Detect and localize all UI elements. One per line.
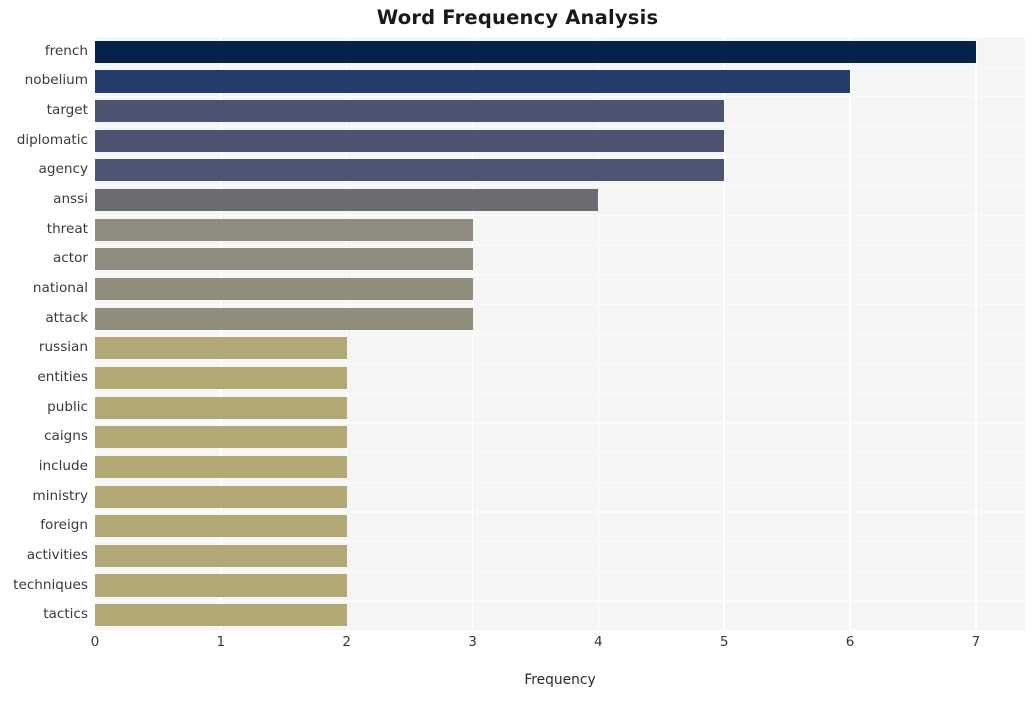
y-tick-label-diplomatic: diplomatic	[16, 131, 88, 148]
bar-agency[interactable]	[95, 159, 725, 182]
gridline-y-12	[95, 392, 1025, 394]
y-tick-label-national: national	[32, 280, 88, 297]
bar-national[interactable]	[95, 277, 473, 301]
x-tick-label-4: 4	[594, 634, 603, 650]
bar-caigns[interactable]	[95, 426, 347, 449]
gridline-y-7	[95, 244, 1025, 246]
x-tick-label-3: 3	[468, 634, 477, 650]
bar-row	[95, 426, 1025, 449]
bar-row	[95, 544, 1025, 567]
y-tick-label-nobelium: nobelium	[24, 72, 88, 89]
bar-foreign[interactable]	[95, 515, 347, 538]
bar-target[interactable]	[95, 100, 725, 123]
bar-row	[95, 366, 1025, 389]
x-tick-label-0: 0	[90, 634, 100, 650]
bar-row	[95, 248, 1025, 271]
y-tick-label-entities: entities	[37, 368, 88, 385]
y-tick-label-include: include	[38, 457, 88, 474]
gridline-y-1	[95, 66, 1025, 68]
x-tick-label-2: 2	[342, 634, 352, 650]
bar-threat[interactable]	[95, 218, 473, 241]
bar-actor[interactable]	[95, 248, 473, 271]
gridline-y-2	[95, 96, 1025, 98]
bar-row	[95, 515, 1025, 538]
x-tick-label-7: 7	[971, 634, 981, 650]
y-tick-label-french: french	[44, 42, 88, 59]
bar-row	[95, 40, 1025, 63]
bar-tactics[interactable]	[95, 604, 347, 627]
gridline-y-3	[95, 125, 1025, 128]
gridline-y-4	[95, 155, 1025, 157]
bar-row	[95, 277, 1025, 301]
bar-row	[95, 218, 1025, 241]
gridline-y-9	[95, 303, 1025, 306]
gridline-y-19	[95, 600, 1025, 602]
gridline-y-18	[95, 570, 1025, 572]
x-axis-title: Frequency	[524, 672, 596, 688]
plot-area	[95, 37, 1025, 630]
bar-row	[95, 70, 1025, 93]
bar-ministry[interactable]	[95, 485, 347, 508]
bar-techniques[interactable]	[95, 574, 347, 597]
bar-row	[95, 129, 1025, 152]
bar-row	[95, 485, 1025, 508]
y-tick-label-russian: russian	[38, 339, 88, 356]
y-tick-label-caigns: caigns	[44, 428, 88, 445]
bar-row	[95, 337, 1025, 360]
bar-row	[95, 307, 1025, 330]
bar-entities[interactable]	[95, 366, 347, 389]
bar-russian[interactable]	[95, 337, 347, 360]
word-frequency-chart: Word Frequency Analysis french nobelium ta…	[0, 0, 1035, 701]
y-axis: french nobelium target diplomatic agency anss…	[0, 37, 88, 630]
bar-diplomatic[interactable]	[95, 129, 725, 152]
bar-french[interactable]	[95, 40, 976, 63]
y-tick-label-public: public	[47, 398, 88, 415]
y-tick-label-threat: threat	[46, 220, 88, 237]
y-tick-label-anssi: anssi	[53, 191, 88, 208]
bar-public[interactable]	[95, 396, 347, 419]
bar-attack[interactable]	[95, 307, 473, 330]
bar-row	[95, 100, 1025, 123]
chart-title: Word Frequency Analysis	[376, 6, 659, 29]
bar-row	[95, 604, 1025, 627]
gridline-y-11	[95, 363, 1025, 365]
gridline-y-17	[95, 541, 1025, 543]
bar-row	[95, 159, 1025, 182]
gridline-y-15	[95, 481, 1025, 483]
bar-row	[95, 396, 1025, 419]
bar-row	[95, 574, 1025, 597]
gridline-y-5	[95, 185, 1025, 187]
bar-row	[95, 189, 1025, 212]
y-tick-label-foreign: foreign	[40, 517, 88, 534]
y-tick-label-agency: agency	[38, 161, 88, 178]
bar-activities[interactable]	[95, 544, 347, 567]
gridline-y-6	[95, 214, 1025, 217]
x-tick-label-5: 5	[719, 634, 729, 650]
y-tick-label-activities: activities	[26, 546, 88, 563]
bar-anssi[interactable]	[95, 189, 599, 212]
x-tick-label-6: 6	[845, 634, 855, 650]
y-tick-label-attack: attack	[45, 309, 88, 326]
gridline-y-10	[95, 333, 1025, 335]
gridline-y-14	[95, 452, 1025, 454]
gridline-y-16	[95, 511, 1025, 513]
y-tick-label-tactics: tactics	[43, 606, 88, 623]
x-axis: 0 1 2 3 4 5 6 7	[0, 634, 1035, 660]
y-tick-label-techniques: techniques	[13, 576, 88, 593]
y-tick-label-ministry: ministry	[32, 487, 88, 504]
y-tick-label-target: target	[46, 102, 88, 119]
y-tick-label-actor: actor	[52, 250, 88, 267]
x-tick-label-1: 1	[216, 634, 226, 650]
bar-nobelium[interactable]	[95, 70, 851, 93]
gridline-y-13	[95, 422, 1025, 424]
gridline-y-8	[95, 274, 1025, 276]
bar-include[interactable]	[95, 455, 347, 478]
bar-row	[95, 455, 1025, 478]
